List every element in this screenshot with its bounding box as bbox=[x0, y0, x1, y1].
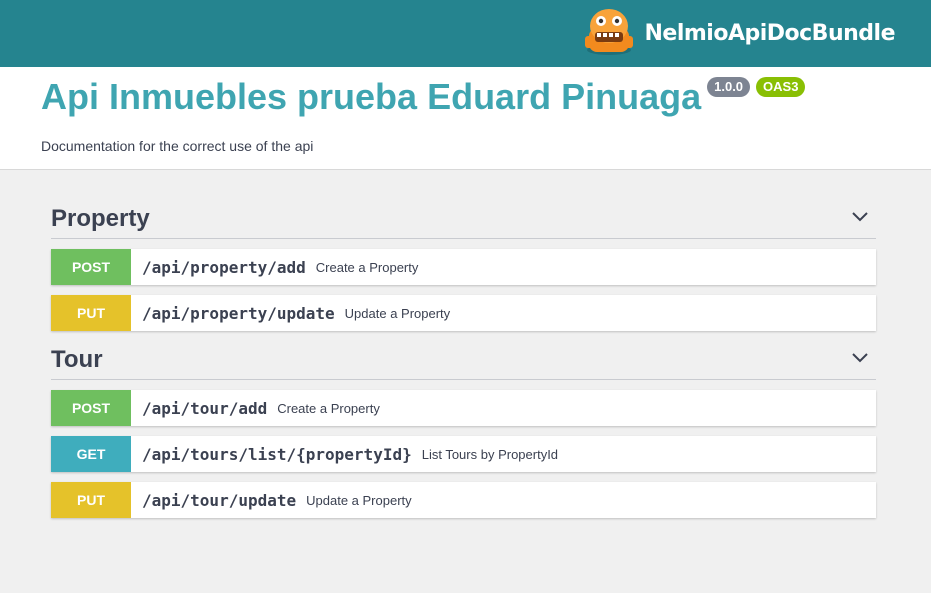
chevron-down-icon[interactable] bbox=[850, 348, 876, 373]
info-section: Api Inmuebles prueba Eduard Pinuaga 1.0.… bbox=[0, 67, 931, 170]
section-header-property[interactable]: Property bbox=[51, 200, 876, 239]
section-tour: Tour POST /api/tour/add Create a Propert… bbox=[51, 341, 876, 518]
operation-path: /api/property/update bbox=[142, 303, 335, 323]
operation-summary: Create a Property bbox=[277, 400, 380, 416]
section-title: Property bbox=[51, 205, 150, 232]
operation-row[interactable]: GET /api/tours/list/{propertyId} List To… bbox=[51, 436, 876, 472]
operation-path: /api/tour/update bbox=[142, 490, 297, 510]
page-title: Api Inmuebles prueba Eduard Pinuaga bbox=[41, 76, 702, 117]
operation-row[interactable]: POST /api/tour/add Create a Property bbox=[51, 390, 876, 426]
nelmio-mascot-icon bbox=[583, 6, 635, 61]
method-badge: PUT bbox=[51, 295, 131, 331]
method-badge: GET bbox=[51, 436, 131, 472]
operation-row[interactable]: PUT /api/tour/update Update a Property bbox=[51, 482, 876, 518]
brand-name: NelmioApiDocBundle bbox=[644, 21, 896, 46]
method-badge: POST bbox=[51, 390, 131, 426]
operation-path: /api/tours/list/{propertyId} bbox=[142, 444, 412, 464]
operation-summary: Update a Property bbox=[306, 492, 412, 508]
operation-path: /api/property/add bbox=[142, 257, 306, 277]
api-description: Documentation for the correct use of the… bbox=[41, 138, 314, 154]
section-property: Property POST /api/property/add Create a… bbox=[51, 200, 876, 331]
chevron-down-icon[interactable] bbox=[850, 207, 876, 232]
operation-summary: Update a Property bbox=[344, 305, 451, 321]
operation-row[interactable]: POST /api/property/add Create a Property bbox=[51, 249, 876, 285]
operation-summary: Create a Property bbox=[315, 259, 419, 275]
method-badge: POST bbox=[51, 249, 131, 285]
operation-summary: List Tours by PropertyId bbox=[421, 446, 559, 462]
section-header-tour[interactable]: Tour bbox=[51, 341, 876, 380]
operations-container: Property POST /api/property/add Create a… bbox=[51, 200, 876, 528]
title-row: Api Inmuebles prueba Eduard Pinuaga 1.0.… bbox=[41, 76, 806, 117]
version-badge: 1.0.0 bbox=[707, 77, 751, 97]
brand[interactable]: NelmioApiDocBundle bbox=[583, 6, 896, 61]
top-bar: NelmioApiDocBundle bbox=[0, 0, 931, 67]
spec-badge: OAS3 bbox=[756, 77, 806, 97]
operation-row[interactable]: PUT /api/property/update Update a Proper… bbox=[51, 295, 876, 331]
section-title: Tour bbox=[51, 346, 103, 373]
operation-path: /api/tour/add bbox=[142, 398, 268, 418]
method-badge: PUT bbox=[51, 482, 131, 518]
